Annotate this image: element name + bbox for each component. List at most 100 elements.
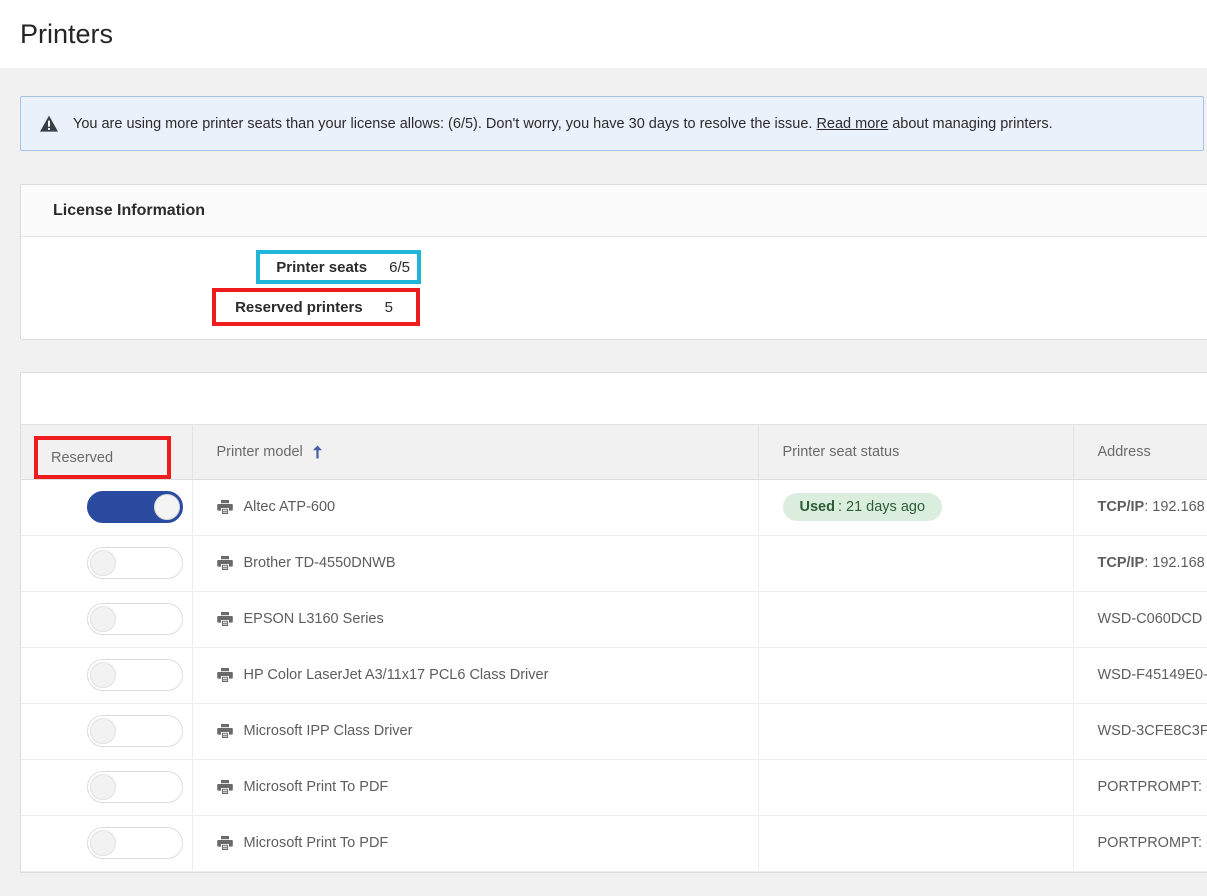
table-row: Brother TD-4550DNWB TCP/IP: 192.168 bbox=[21, 535, 1207, 591]
address-value: WSD-F45149E0- bbox=[1098, 667, 1207, 683]
cell-reserved bbox=[21, 535, 192, 591]
toggle-knob bbox=[90, 830, 116, 856]
license-warning-text: You are using more printer seats than yo… bbox=[73, 116, 1053, 132]
table-row: EPSON L3160 Series WSD-C060DCD bbox=[21, 591, 1207, 647]
cell-printer-seat-status bbox=[758, 759, 1073, 815]
address-protocol: TCP/IP bbox=[1098, 499, 1145, 515]
toggle-knob bbox=[90, 606, 116, 632]
reserved-printers-label: Reserved printers bbox=[235, 299, 363, 316]
printer-icon bbox=[217, 499, 233, 515]
license-warning-banner: You are using more printer seats than yo… bbox=[20, 96, 1204, 151]
cell-printer-model: Microsoft Print To PDF bbox=[192, 759, 758, 815]
status-badge-detail: : 21 days ago bbox=[838, 499, 925, 515]
table-header-row: Reserved Printer model Printer seat stat… bbox=[21, 425, 1207, 479]
printer-model-name: EPSON L3160 Series bbox=[244, 611, 384, 627]
cell-printer-seat-status bbox=[758, 535, 1073, 591]
address-value: : 192.168 bbox=[1144, 555, 1204, 571]
cell-printer-seat-status: Used: 21 days ago bbox=[758, 479, 1073, 535]
cell-printer-seat-status bbox=[758, 591, 1073, 647]
column-header-reserved[interactable]: Reserved bbox=[21, 425, 192, 479]
printers-table-head: Reserved Printer model Printer seat stat… bbox=[21, 425, 1207, 479]
column-header-reserved-label: Reserved bbox=[51, 450, 113, 466]
address-value: WSD-3CFE8C3F- bbox=[1098, 723, 1207, 739]
printers-table-toolbar bbox=[21, 373, 1207, 425]
warning-text-before: You are using more printer seats than yo… bbox=[73, 116, 816, 132]
cell-address: WSD-C060DCD bbox=[1073, 591, 1207, 647]
printer-seats-row: Printer seats 6/5 bbox=[256, 250, 421, 284]
cell-address: PORTPROMPT: ( bbox=[1073, 815, 1207, 871]
cell-printer-seat-status bbox=[758, 703, 1073, 759]
cell-reserved bbox=[21, 703, 192, 759]
cell-reserved bbox=[21, 479, 192, 535]
printer-model-name: Altec ATP-600 bbox=[244, 499, 336, 515]
cell-address: WSD-F45149E0- bbox=[1073, 647, 1207, 703]
cell-reserved bbox=[21, 591, 192, 647]
printer-seats-label: Printer seats bbox=[276, 259, 367, 276]
cell-printer-model: HP Color LaserJet A3/11x17 PCL6 Class Dr… bbox=[192, 647, 758, 703]
printer-icon bbox=[217, 835, 233, 851]
page-body: You are using more printer seats than yo… bbox=[0, 96, 1207, 896]
table-row: Microsoft Print To PDF PORTPROMPT: ( bbox=[21, 815, 1207, 871]
page-title: Printers bbox=[20, 21, 113, 48]
cell-reserved bbox=[21, 759, 192, 815]
cell-printer-model: EPSON L3160 Series bbox=[192, 591, 758, 647]
printer-icon bbox=[217, 779, 233, 795]
cell-address: PORTPROMPT: ( bbox=[1073, 759, 1207, 815]
reserved-toggle[interactable] bbox=[87, 715, 183, 747]
toggle-knob bbox=[90, 718, 116, 744]
cell-reserved bbox=[21, 815, 192, 871]
status-badge-label: Used bbox=[800, 499, 835, 515]
column-header-printer-model-label: Printer model bbox=[217, 444, 303, 460]
cell-printer-model: Altec ATP-600 bbox=[192, 479, 758, 535]
cell-printer-seat-status bbox=[758, 815, 1073, 871]
printer-icon bbox=[217, 611, 233, 627]
reserved-toggle[interactable] bbox=[87, 491, 183, 523]
reserved-toggle[interactable] bbox=[87, 771, 183, 803]
printer-model-name: Brother TD-4550DNWB bbox=[244, 555, 396, 571]
toggle-knob bbox=[154, 494, 180, 520]
printer-seats-value: 6/5 bbox=[389, 259, 410, 276]
license-card-header: License Information bbox=[21, 185, 1207, 237]
reserved-header-highlight: Reserved bbox=[34, 436, 171, 479]
cell-reserved bbox=[21, 647, 192, 703]
address-value: PORTPROMPT: ( bbox=[1098, 779, 1207, 795]
license-card-title: License Information bbox=[53, 202, 205, 220]
table-row: Microsoft Print To PDF PORTPROMPT: ( bbox=[21, 759, 1207, 815]
address-protocol: TCP/IP bbox=[1098, 555, 1145, 571]
printer-model-name: Microsoft IPP Class Driver bbox=[244, 723, 413, 739]
printers-table: Reserved Printer model Printer seat stat… bbox=[21, 425, 1207, 872]
printer-icon bbox=[217, 555, 233, 571]
cell-printer-model: Brother TD-4550DNWB bbox=[192, 535, 758, 591]
license-card-body: Printer seats 6/5 Reserved printers 5 bbox=[21, 237, 1207, 339]
printer-icon bbox=[217, 723, 233, 739]
cell-address: TCP/IP: 192.168 bbox=[1073, 479, 1207, 535]
reserved-toggle[interactable] bbox=[87, 603, 183, 635]
reserved-toggle[interactable] bbox=[87, 827, 183, 859]
column-header-address[interactable]: Address bbox=[1073, 425, 1207, 479]
cell-address: TCP/IP: 192.168 bbox=[1073, 535, 1207, 591]
column-header-printer-seat-status[interactable]: Printer seat status bbox=[758, 425, 1073, 479]
table-row: Altec ATP-600Used: 21 days agoTCP/IP: 19… bbox=[21, 479, 1207, 535]
read-more-link[interactable]: Read more bbox=[816, 116, 888, 132]
sort-ascending-arrow-icon bbox=[312, 445, 323, 459]
printer-model-name: HP Color LaserJet A3/11x17 PCL6 Class Dr… bbox=[244, 667, 549, 683]
printers-table-card: Reserved Printer model Printer seat stat… bbox=[20, 372, 1207, 873]
column-header-printer-model[interactable]: Printer model bbox=[192, 425, 758, 479]
page-header: Printers bbox=[0, 0, 1207, 68]
address-value: PORTPROMPT: ( bbox=[1098, 835, 1207, 851]
printer-model-name: Microsoft Print To PDF bbox=[244, 779, 389, 795]
reserved-toggle[interactable] bbox=[87, 547, 183, 579]
reserved-toggle[interactable] bbox=[87, 659, 183, 691]
column-header-address-label: Address bbox=[1098, 444, 1151, 460]
cell-printer-model: Microsoft IPP Class Driver bbox=[192, 703, 758, 759]
column-header-printer-seat-status-label: Printer seat status bbox=[783, 444, 900, 460]
cell-printer-model: Microsoft Print To PDF bbox=[192, 815, 758, 871]
license-information-card: License Information Printer seats 6/5 Re… bbox=[20, 184, 1207, 340]
warning-triangle-icon bbox=[39, 114, 59, 134]
toggle-knob bbox=[90, 662, 116, 688]
address-value: : 192.168 bbox=[1144, 499, 1204, 515]
reserved-printers-value: 5 bbox=[385, 299, 393, 316]
table-row: HP Color LaserJet A3/11x17 PCL6 Class Dr… bbox=[21, 647, 1207, 703]
table-row: Microsoft IPP Class Driver WSD-3CFE8C3F- bbox=[21, 703, 1207, 759]
printer-icon bbox=[217, 667, 233, 683]
